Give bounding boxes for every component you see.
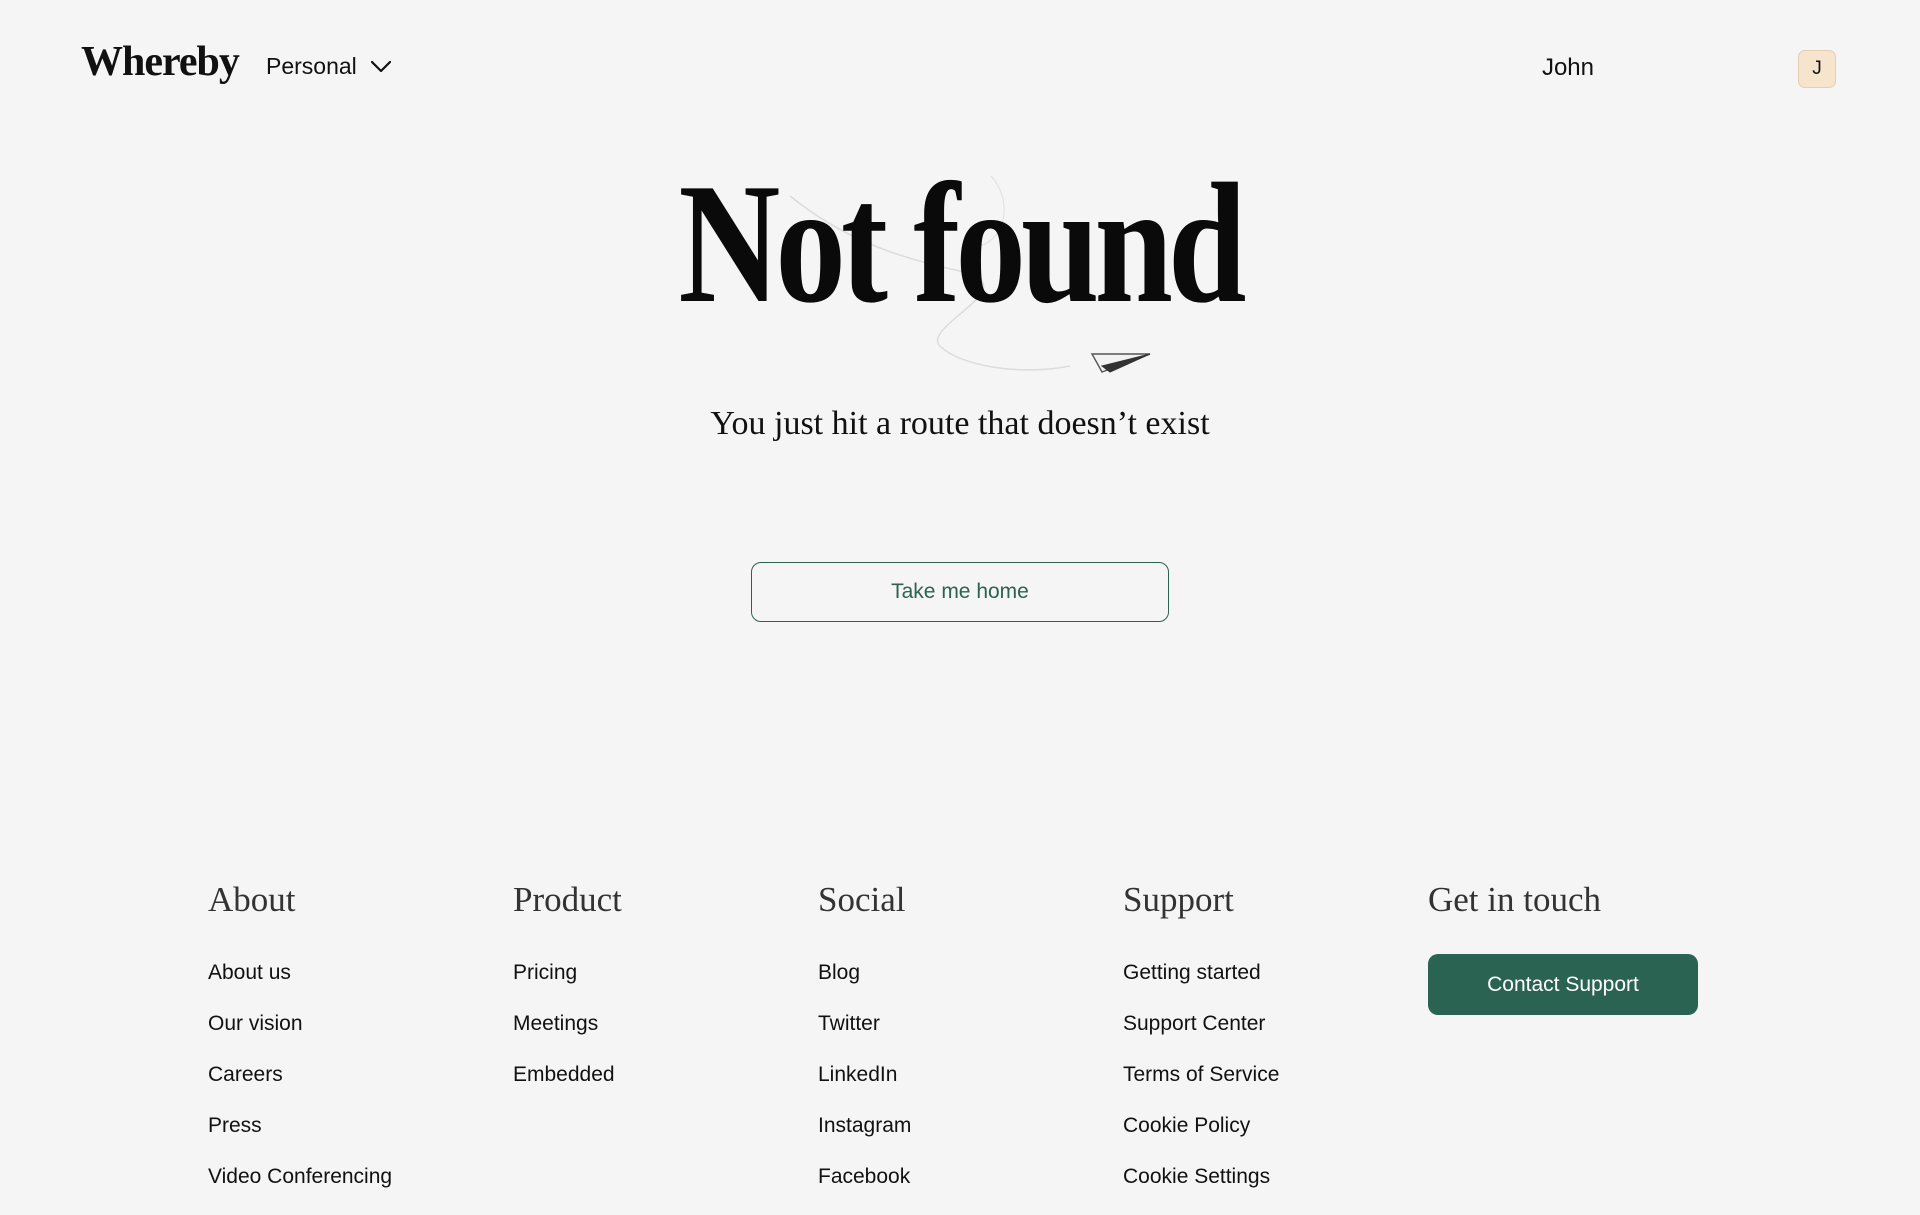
footer-link-support-center[interactable]: Support Center <box>1123 1011 1413 1037</box>
footer-link-video-conferencing[interactable]: Video Conferencing <box>208 1164 498 1190</box>
footer-column-contact: Get in touch Contact Support <box>1428 880 1718 1015</box>
workspace-switcher[interactable]: Personal <box>266 53 391 80</box>
user-name[interactable]: John <box>1542 54 1594 82</box>
footer-link-blog[interactable]: Blog <box>818 960 1108 986</box>
footer-link-terms-of-service[interactable]: Terms of Service <box>1123 1062 1413 1088</box>
footer-link-instagram[interactable]: Instagram <box>818 1113 1108 1139</box>
site-header: Whereby Personal John J <box>0 0 1920 140</box>
avatar[interactable]: J <box>1798 50 1836 88</box>
footer-column-about: About About us Our vision Careers Press … <box>208 880 498 1215</box>
workspace-label: Personal <box>266 53 357 79</box>
footer-link-linkedin[interactable]: LinkedIn <box>818 1062 1108 1088</box>
footer-heading-product: Product <box>513 880 622 919</box>
footer-link-pricing[interactable]: Pricing <box>513 960 803 986</box>
take-me-home-button[interactable]: Take me home <box>751 562 1169 622</box>
footer-link-embedded[interactable]: Embedded <box>513 1062 803 1088</box>
footer-column-product: Product Pricing Meetings Embedded <box>513 880 803 1113</box>
footer-column-social: Social Blog Twitter LinkedIn Instagram F… <box>818 880 1108 1215</box>
footer-link-careers[interactable]: Careers <box>208 1062 498 1088</box>
contact-support-button[interactable]: Contact Support <box>1428 954 1698 1015</box>
page-subtitle: You just hit a route that doesn’t exist <box>710 405 1210 442</box>
footer-link-press[interactable]: Press <box>208 1113 498 1139</box>
footer-link-facebook[interactable]: Facebook <box>818 1164 1108 1190</box>
whereby-logo[interactable]: Whereby <box>81 38 240 86</box>
footer-link-twitter[interactable]: Twitter <box>818 1011 1108 1037</box>
page-title: Not found <box>678 149 1246 339</box>
footer-column-support: Support Getting started Support Center T… <box>1123 880 1413 1215</box>
footer-link-about-us[interactable]: About us <box>208 960 498 986</box>
footer-link-getting-started[interactable]: Getting started <box>1123 960 1413 986</box>
footer-heading-support: Support <box>1123 880 1234 919</box>
footer-heading-social: Social <box>818 880 906 919</box>
footer-heading-contact: Get in touch <box>1428 880 1602 919</box>
chevron-down-icon <box>370 60 391 73</box>
avatar-initial: J <box>1812 58 1822 79</box>
footer-heading-about: About <box>208 880 296 919</box>
footer-link-meetings[interactable]: Meetings <box>513 1011 803 1037</box>
footer-link-cookie-settings[interactable]: Cookie Settings <box>1123 1164 1413 1190</box>
footer-link-our-vision[interactable]: Our vision <box>208 1011 498 1037</box>
footer-link-cookie-policy[interactable]: Cookie Policy <box>1123 1113 1413 1139</box>
